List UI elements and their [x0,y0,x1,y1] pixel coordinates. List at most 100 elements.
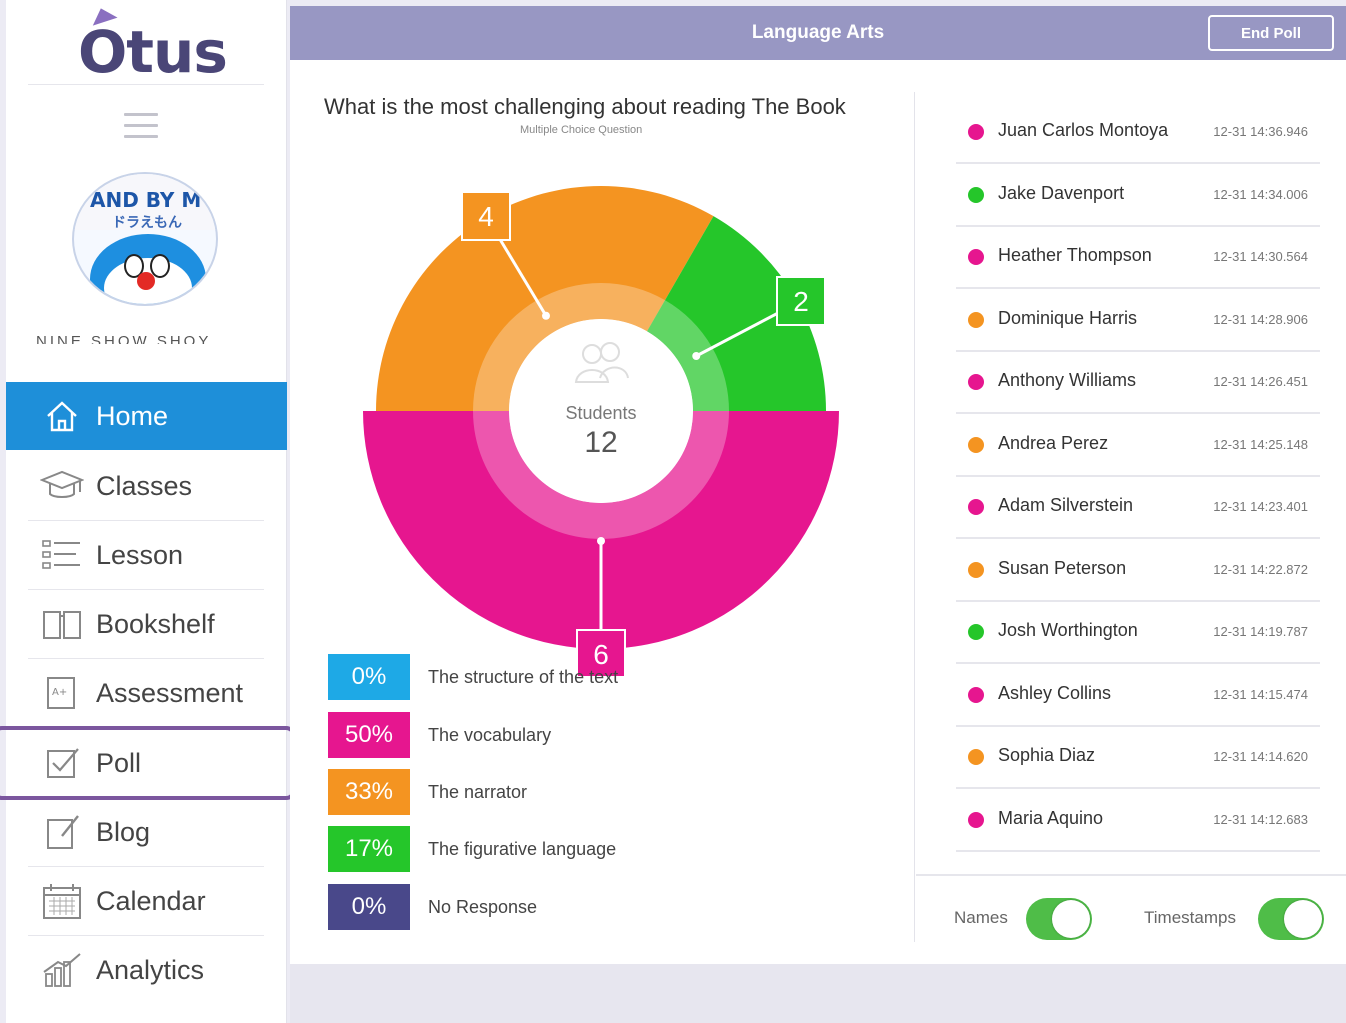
names-toggle[interactable] [1026,898,1092,940]
response-row: Susan Peterson 12-31 14:22.872 [956,540,1320,602]
response-row: Dominique Harris 12-31 14:28.906 [956,290,1320,352]
poll-highlight-box [0,726,296,800]
response-timestamp: 12-31 14:19.787 [1213,624,1308,639]
answer-color-dot [968,374,984,390]
legend-label: No Response [428,896,538,917]
response-row: Anthony Williams 12-31 14:26.451 [956,352,1320,414]
student-name: Jake Davenport [998,182,1125,203]
answer-color-dot [968,124,984,140]
student-name: Susan Peterson [998,557,1127,578]
response-row: Josh Worthington 12-31 14:19.787 [956,602,1320,664]
response-row: Sophia Diaz 12-31 14:14.620 [956,727,1320,789]
legend-percent: 33% [328,769,410,815]
response-timestamp: 12-31 14:26.451 [1213,374,1308,389]
response-timestamp: 12-31 14:25.148 [1213,436,1308,452]
legend-percent: 17% [328,826,410,872]
answer-color-dot [968,311,984,328]
answer-color-dot [968,749,984,765]
logo-text: Otus [78,18,228,86]
list-icon [40,535,84,575]
sidebar-item-classes[interactable]: Classes [6,452,287,520]
end-poll-button[interactable]: End Poll [1208,15,1334,51]
poll-question: What is the most challenging about readi… [324,94,846,119]
answer-color-dot [968,186,984,203]
legend-item: 33% The narrator [328,769,527,815]
sidebar-item-calendar[interactable]: Calendar [6,867,287,935]
student-name: Maria Aquino [998,807,1104,828]
response-timestamp: 12-31 14:22.872 [1213,561,1308,577]
calendar-icon [40,881,84,921]
student-name: Sophia Diaz [998,745,1096,765]
student-name: Anthony Williams [998,370,1137,390]
legend-item: 0% No Response [328,884,537,930]
sidebar-item-label: Calendar [96,885,206,916]
edit-icon [40,812,84,852]
legend-label: The figurative language [428,838,617,859]
names-toggle-label: Names [954,908,1008,927]
response-timestamp: 12-31 14:28.906 [1213,311,1308,327]
response-timestamp: 12-31 14:14.620 [1213,749,1308,764]
response-row: Jake Davenport 12-31 14:34.006 [956,165,1320,227]
response-timestamp: 12-31 14:34.006 [1213,186,1308,202]
student-name: Dominique Harris [998,307,1138,328]
sidebar-item-label: Home [96,400,169,431]
otus-logo[interactable]: Otus [76,4,228,86]
sidebar-item-label: Lesson [96,539,184,570]
sidebar-item-bookshelf[interactable]: Bookshelf [6,590,287,658]
answer-color-dot [968,561,984,578]
main-panel: Language Arts End Poll What is the most … [290,6,1346,964]
response-row: Maria Aquino 12-31 14:12.683 [956,790,1320,852]
username: NINE SHOW SHOY [36,333,212,344]
response-timestamp: 12-31 14:23.401 [1213,499,1308,514]
top-bar: Language Arts End Poll [290,6,1346,60]
response-timestamp: 12-31 14:12.683 [1213,811,1308,827]
answer-color-dot [968,624,984,640]
legend-label: The structure of the text [428,666,619,687]
legend-label: The vocabulary [428,724,552,745]
legend-item: 17% The figurative language [328,826,616,872]
divider [28,84,264,85]
legend-item: 0% The structure of the text [328,654,618,700]
response-row: Andrea Perez 12-31 14:25.148 [956,415,1320,477]
sidebar-item-home[interactable]: Home [6,382,287,450]
sidebar-item-lesson[interactable]: Lesson [6,521,287,589]
response-timestamp: 12-31 14:36.946 [1213,124,1308,139]
response-row: Juan Carlos Montoya 12-31 14:36.946 [956,102,1320,164]
divider [914,92,915,942]
page-title: Language Arts [751,22,885,43]
divider [916,874,1346,876]
callout-count-orange: 4 [478,201,494,232]
sidebar-item-assessment[interactable]: A+ Assessment [6,659,287,727]
student-name: Andrea Perez [998,432,1109,453]
response-timestamp: 12-31 14:15.474 [1213,686,1308,702]
sidebar-item-blog[interactable]: Blog [6,798,287,866]
answer-color-dot [968,686,984,703]
assessment-icon: A+ [40,673,84,713]
center-label: Students [565,403,637,423]
answer-color-dot [968,499,984,515]
student-name: Juan Carlos Montoya [998,120,1169,140]
sidebar-item-label: Classes [96,470,193,501]
answer-color-dot [968,811,984,828]
avatar-text: AND BY M [90,188,202,212]
answer-color-dot [968,436,984,453]
sidebar-item-label: Bookshelf [96,608,215,639]
student-name: Heather Thompson [998,245,1152,265]
home-icon [40,396,84,436]
response-timestamp: 12-31 14:30.564 [1213,249,1308,264]
response-row: Heather Thompson 12-31 14:30.564 [956,227,1320,289]
sidebar-item-analytics[interactable]: Analytics [6,936,287,1004]
avatar-subtext: ドラえもん [112,215,182,231]
sidebar-item-label: Assessment [96,677,244,708]
avatar[interactable]: AND BY M ドラえもん [72,172,218,306]
sidebar-item-label: Blog [96,816,151,847]
sidebar: Otus AND BY M ドラえもん NINE SHOW SHOY Home C… [6,0,287,1023]
callout-anchor-dot [692,352,701,360]
student-name: Josh Worthington [998,620,1138,640]
timestamps-toggle[interactable] [1258,898,1324,940]
legend-percent: 0% [328,654,410,700]
hamburger-menu-icon[interactable] [124,113,158,143]
svg-text:A+: A+ [52,687,67,698]
legend-label: The narrator [428,781,528,802]
legend-percent: 0% [328,884,410,930]
